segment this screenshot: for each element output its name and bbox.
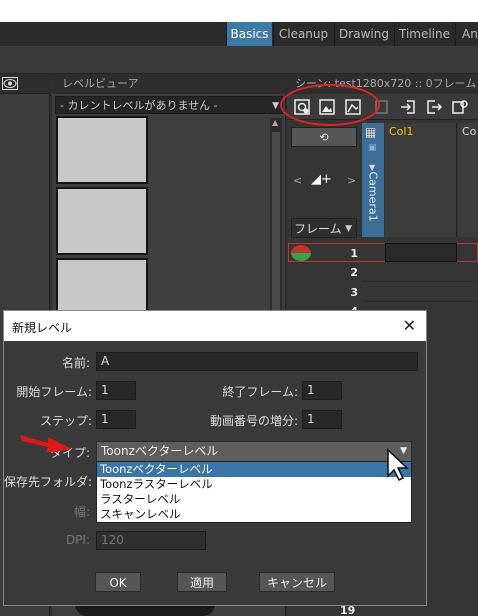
start-frame-field[interactable]: 1 [96,381,136,400]
increment-label: 動画番号の増分: [209,414,298,428]
save-folder-label: 保存先フォルダ: [4,475,93,489]
pointer-arrow-icon [20,435,72,453]
tab-an[interactable]: An [455,22,478,46]
column-name: Co [462,125,477,138]
rotate-icon: ⟲ [319,131,329,144]
add-frame-icon[interactable]: ◢+ [311,172,332,187]
highlight-oval [280,84,380,126]
export-icon[interactable] [399,98,417,116]
tab-drawing[interactable]: Drawing [334,22,393,46]
start-frame-label: 開始フレーム: [16,385,92,399]
close-icon[interactable]: ✕ [403,316,416,335]
frame-display-value: フレーム [294,222,342,236]
type-dropdown-list: Toonzベクターレベル Toonzラスターレベル ラスターレベル スキャンレベ… [96,461,412,523]
end-frame-label: 終了フレーム: [222,385,298,399]
chevron-left-icon[interactable]: < [293,174,302,187]
dpi-field[interactable]: 120 [96,531,206,550]
camera-stand-icon[interactable]: ▦ [365,125,376,139]
tab-basics[interactable]: Basics [226,22,272,46]
output-icon[interactable] [425,98,443,116]
row-divider [362,301,478,302]
cancel-button[interactable]: キャンセル [259,572,335,592]
frame-number: 2 [350,266,358,279]
row-divider [362,281,478,282]
orientation-toggle-button[interactable]: ⟲ [291,127,357,147]
type-option[interactable]: ラスターレベル [97,492,411,507]
apply-button[interactable]: 適用 [177,572,227,592]
tab-timeline[interactable]: Timeline [394,22,454,46]
name-field[interactable]: A [96,352,418,371]
chevron-down-icon: ▼ [272,101,279,111]
zoom-control[interactable]: < ◢+ > [291,172,357,192]
tab-cleanup[interactable]: Cleanup [273,22,333,46]
level-frame-cell[interactable] [56,187,148,255]
level-frame-cell[interactable] [56,116,148,184]
frame-number: 3 [350,286,358,299]
column-name: Col1 [389,125,414,138]
end-frame-field[interactable]: 1 [302,381,342,400]
eye-icon[interactable] [2,77,18,90]
column-header-col1[interactable]: ▦ Col1 [365,123,457,237]
type-option[interactable]: Toonzベクターレベル [97,462,411,477]
lock-icon[interactable]: ▣ [368,143,377,153]
column-header-col2[interactable]: Co [458,123,478,237]
type-select[interactable]: Toonzベクターレベル ▼ [96,441,412,462]
dpi-label: DPI: [65,533,90,547]
type-option[interactable]: Toonzラスターレベル [97,477,411,492]
dialog-titlebar: 新規レベル ✕ [4,311,426,341]
step-label: ステップ: [39,414,92,428]
frame-number: 1 [350,247,358,260]
frame-display-select[interactable]: フレーム ▼ [291,218,357,238]
xsheet-cell[interactable] [385,243,457,262]
chevron-right-icon[interactable]: > [347,174,356,187]
level-select[interactable]: - カレントレベルがありません - ▼ [55,96,283,114]
ok-button[interactable]: OK [95,572,141,592]
dialog-title: 新規レベル [12,321,73,335]
camera-column-label: Camera1 [366,171,380,222]
level-select-value: - カレントレベルがありません - [60,99,218,112]
width-label: 幅: [73,505,90,519]
mouse-cursor-icon [387,448,409,482]
viewer-header [0,74,50,94]
type-select-value: Toonzベクターレベル [101,444,219,458]
new-level-dialog: 新規レベル ✕ 名前: A 開始フレーム: 1 終了フレーム: 1 ステップ: … [3,310,427,606]
step-field[interactable]: 1 [96,410,136,429]
type-option[interactable]: スキャンレベル [97,507,411,522]
scroll-up-icon[interactable]: ▲ [272,118,278,127]
room-tab-bar: Basics Cleanup Drawing Timeline An [0,22,478,46]
command-bar [0,46,478,74]
level-viewer-title: レベルビューア [52,74,286,94]
increment-field[interactable]: 1 [302,410,342,429]
name-label: 名前: [61,356,90,370]
xsheet-settings-icon[interactable] [451,98,469,116]
chevron-down-icon: ▼ [345,224,352,234]
onion-skin-icon[interactable] [290,244,312,262]
